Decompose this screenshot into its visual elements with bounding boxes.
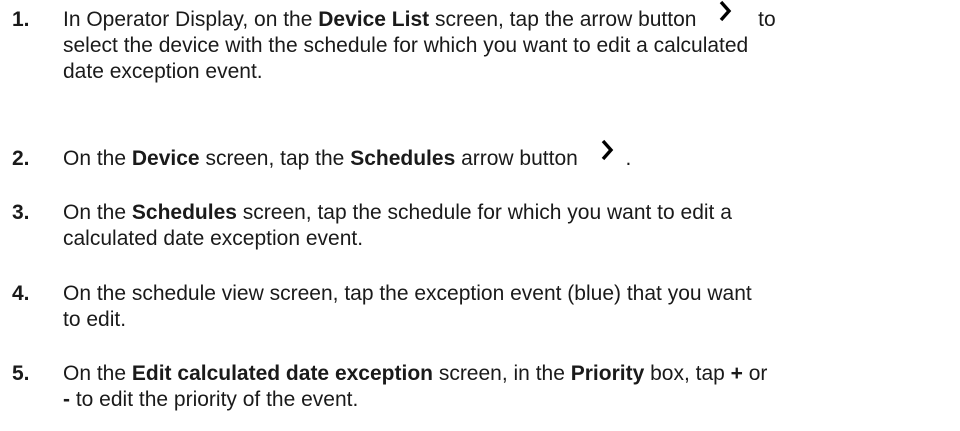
ui-term-edit-calculated-date-exception: Edit calculated date exception — [131, 362, 433, 385]
step-number: 2. — [12, 147, 30, 170]
plus-symbol: + — [730, 362, 743, 385]
step-text-line: select the device with the schedule for … — [63, 34, 749, 57]
step-text-segment: box, tap — [644, 362, 731, 385]
chevron-right-icon — [600, 139, 614, 168]
step-text-line: calculated date exception event. — [63, 227, 364, 250]
step-text-line: date exception event. — [63, 60, 263, 83]
step-text-segment: arrow button — [455, 147, 584, 170]
step-text: On the Schedules screen, tap the schedul… — [63, 200, 943, 252]
ui-term-priority: Priority — [570, 362, 645, 385]
chevron-right-icon — [718, 0, 732, 29]
ui-term-schedules: Schedules — [350, 147, 456, 170]
step-text-line: On the schedule view screen, tap the exc… — [63, 282, 752, 305]
step-text-segment: or — [742, 362, 768, 385]
step-text-segment: . — [619, 147, 632, 170]
step-text-segment: On the — [63, 147, 132, 170]
step-text: In Operator Display, on the Device List … — [63, 0, 943, 85]
step-text-segment: On the — [63, 201, 132, 224]
step-text-segment: screen, in the — [432, 362, 571, 385]
ui-term-schedules: Schedules — [131, 201, 237, 224]
step-number: 5. — [12, 362, 30, 385]
step-text-segment: to — [752, 8, 776, 31]
step-text: On the schedule view screen, tap the exc… — [63, 281, 943, 333]
step-text-segment: screen, tap the schedule for which you w… — [236, 201, 732, 224]
step-number: 1. — [12, 8, 30, 31]
step-text-segment: to edit the priority of the event. — [70, 388, 359, 411]
step-text: On the Device screen, tap the Schedules … — [63, 139, 943, 172]
step-text-segment: screen, tap the arrow button — [429, 8, 703, 31]
ui-term-device-list: Device List — [318, 8, 430, 31]
minus-symbol: - — [63, 388, 70, 411]
step-number: 4. — [12, 282, 30, 305]
step-text-segment: In Operator Display, on the — [63, 8, 319, 31]
ui-term-device: Device — [131, 147, 200, 170]
step-text: On the Edit calculated date exception sc… — [63, 361, 943, 413]
step-text-segment: On the — [63, 362, 132, 385]
step-text-line: to edit. — [63, 308, 127, 331]
step-text-segment: screen, tap the — [199, 147, 351, 170]
step-number: 3. — [12, 201, 30, 224]
